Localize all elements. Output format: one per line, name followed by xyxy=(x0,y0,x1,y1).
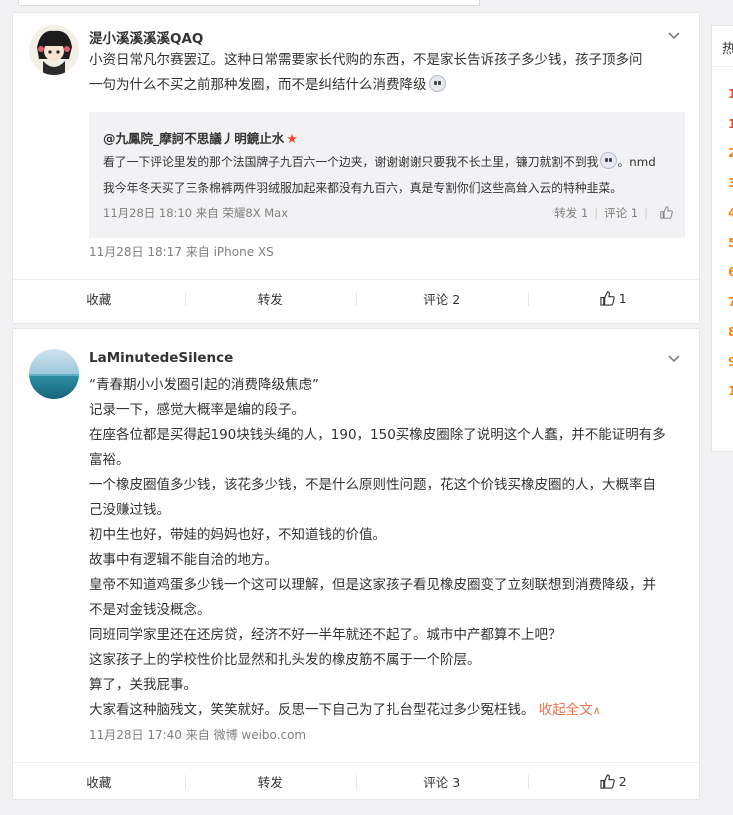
comment-button[interactable]: 评论 3 xyxy=(356,763,528,800)
quote-meta: 11月28日 18:10 来自 荣耀8X Max xyxy=(103,206,288,220)
like-button[interactable]: 2 xyxy=(527,763,700,800)
avatar-image xyxy=(29,349,79,399)
thumbs-up-icon xyxy=(600,774,615,789)
favorite-label: 收藏 xyxy=(86,292,112,307)
rank-number: 5 xyxy=(728,235,733,250)
quote-author-name[interactable]: @九鳳院_摩訶不思議丿明鏡止水 xyxy=(103,131,284,146)
quote-line-text: 看了一下评论里发的那个法国牌子九百六一个边夹，谢谢谢谢只要我不长土里，镰刀就割不… xyxy=(103,155,599,169)
collapse-label: 收起全文 xyxy=(538,702,593,718)
rank-number: 2 xyxy=(728,145,733,160)
quote-title: “青春期小小发圈引起的消费降级焦虑” xyxy=(89,377,319,393)
comment-line-text: 大家看这种脑残文，笑笑就好。反思一下自己为了扎台型花过多少冤枉钱。 xyxy=(89,702,535,718)
quote-line: 我今年冬天买了三条棉裤两件羽绒服加起来都没有九百六，真是专割你们这些高耸入云的特… xyxy=(103,181,623,195)
quote-line: 看了一下评论里发的那个法国牌子九百六一个边夹，谢谢谢谢只要我不长土里，镰刀就割不… xyxy=(103,149,675,175)
comment-text: 小资日常凡尔赛罢辽。这种日常需要家长代购的东西，不是家长告诉孩子多少钱，孩子顶多… xyxy=(89,48,681,98)
search-input[interactable] xyxy=(18,0,480,6)
rank-number: 4 xyxy=(728,205,733,220)
verified-star-icon: ★ xyxy=(286,132,298,147)
comment-line: 故事中有逻辑不能自洽的地方。 xyxy=(89,552,278,568)
comment-line: 记录一下，感觉大概率是编的段子。 xyxy=(89,402,305,418)
action-bar: 收藏 转发 评论 2 1 xyxy=(13,279,699,317)
comment-line: 一个橡皮圈值多少钱，该花多少钱，不是什么原则性问题，花这个价钱买橡皮圈的人，大概… xyxy=(89,477,656,493)
repost-label: 转发 xyxy=(257,292,283,307)
thumbs-up-icon xyxy=(600,291,615,306)
comment-line: 同班同学家里还在还房贷，经济不好一半年就还不起了。城市中产都算不上吧？ xyxy=(89,627,562,643)
rank-number: 6 xyxy=(728,264,733,279)
favorite-label: 收藏 xyxy=(86,775,112,790)
comment-label: 评论 2 xyxy=(423,292,461,307)
comment-line: 己没赚过钱。 xyxy=(89,502,170,518)
comment-card: LaMinutedeSilence “青春期小小发圈引起的消费降级焦虑” 记录一… xyxy=(12,328,700,800)
thumbs-up-icon[interactable] xyxy=(660,206,673,219)
comment-line: 在座各位都是买得起190块钱头绳的人，190，150买橡皮圈除了说明这个人蠢，并… xyxy=(89,427,666,443)
rank-number: 3 xyxy=(728,175,733,190)
comment-line-text: 一句为什么不买之前那种发圈，而不是纠结什么消费降级 xyxy=(89,77,427,93)
comment-line: 算了，关我屁事。 xyxy=(89,677,197,693)
comment-line: 皇帝不知道鸡蛋多少钱一个这可以理解，但是这家孩子看见橡皮圈变了立刻联想到消费降级… xyxy=(89,577,656,593)
chevron-up-icon: ∧ xyxy=(592,704,601,717)
comment-line: 富裕。 xyxy=(89,452,130,468)
rank-number: 1 xyxy=(728,86,733,101)
avatar-image xyxy=(29,25,79,75)
comment-card: 湜小溪溪溪溪QAQ 小资日常凡尔赛罢辽。这种日常需要家长代购的东西，不是家长告诉… xyxy=(12,12,700,324)
repost-label: 转发 xyxy=(257,775,283,790)
sidebar-heading: 热 xyxy=(722,42,733,57)
comment-line: 小资日常凡尔赛罢辽。这种日常需要家长代购的东西，不是家长告诉孩子多少钱，孩子顶多… xyxy=(89,52,643,68)
repost-button[interactable]: 转发 xyxy=(184,763,357,800)
comment-button[interactable]: 评论 2 xyxy=(356,280,528,317)
like-count: 2 xyxy=(618,774,627,789)
hot-list-sidebar: 热 1 1 2 3 4 5 6 7 8 9 1 xyxy=(711,25,733,452)
quote-actions: 转发 1 | 评论 1 | xyxy=(554,205,673,221)
chevron-down-icon[interactable] xyxy=(667,354,681,364)
quote-author[interactable]: @九鳳院_摩訶不思議丿明鏡止水 ★ xyxy=(103,128,298,147)
rank-number: 8 xyxy=(728,324,733,339)
like-count: 1 xyxy=(618,291,627,306)
comment-label: 评论 3 xyxy=(423,775,461,790)
avatar[interactable] xyxy=(29,349,79,399)
repost-button[interactable]: 转发 xyxy=(184,280,357,317)
quote-repost-link[interactable]: 转发 1 xyxy=(554,205,588,221)
sweat-emoji-icon xyxy=(428,75,446,92)
divider xyxy=(712,66,733,67)
rank-number: 1 xyxy=(728,116,733,131)
rank-number: 7 xyxy=(728,294,733,309)
favorite-button[interactable]: 收藏 xyxy=(13,280,185,317)
avatar[interactable] xyxy=(29,25,79,75)
comment-line: 初中生也好，带娃的妈妈也好，不知道钱的价值。 xyxy=(89,527,386,543)
comment-line: 不是对金钱没概念。 xyxy=(89,602,211,618)
comment-line: 大家看这种脑残文，笑笑就好。反思一下自己为了扎台型花过多少冤枉钱。 收起全文∧ xyxy=(89,698,681,723)
username[interactable]: 湜小溪溪溪溪QAQ xyxy=(89,27,203,47)
username[interactable]: LaMinutedeSilence xyxy=(89,350,233,366)
comment-line: 一句为什么不买之前那种发圈，而不是纠结什么消费降级 xyxy=(89,73,681,98)
favorite-button[interactable]: 收藏 xyxy=(13,763,185,800)
quote-line-suffix: 。nmd xyxy=(617,155,656,169)
comment-meta: 11月28日 18:17 来自 iPhone XS xyxy=(89,245,274,259)
emoji-icon xyxy=(600,152,618,169)
comment-meta: 11月28日 17:40 来自 微博 weibo.com xyxy=(89,728,307,742)
divider: | xyxy=(644,206,648,220)
comment-text: 记录一下，感觉大概率是编的段子。 在座各位都是买得起190块钱头绳的人，190，… xyxy=(89,398,681,723)
collapse-link[interactable]: 收起全文∧ xyxy=(539,702,601,718)
chevron-down-icon[interactable] xyxy=(667,31,681,41)
action-bar: 收藏 转发 评论 3 2 xyxy=(13,762,699,800)
rank-number: 1 xyxy=(728,383,733,398)
quote-text: 看了一下评论里发的那个法国牌子九百六一个边夹，谢谢谢谢只要我不长土里，镰刀就割不… xyxy=(103,149,675,201)
rank-number: 9 xyxy=(728,354,733,369)
divider: | xyxy=(594,206,599,220)
quoted-comment: @九鳳院_摩訶不思議丿明鏡止水 ★ 看了一下评论里发的那个法国牌子九百六一个边夹，… xyxy=(89,112,685,238)
like-button[interactable]: 1 xyxy=(527,280,700,317)
quote-comment-link[interactable]: 评论 1 xyxy=(604,205,638,221)
comment-line: 这家孩子上的学校性价比显然和扎头发的橡皮筋不属于一个阶层。 xyxy=(89,652,481,668)
